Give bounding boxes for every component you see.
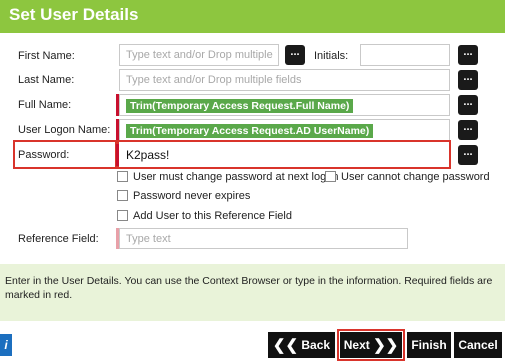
reference-field-label: Reference Field:: [18, 233, 99, 245]
back-button[interactable]: ❮❮ Back: [268, 332, 335, 358]
cannot-change-password-option[interactable]: User cannot change password: [325, 170, 490, 184]
initials-field[interactable]: [360, 44, 450, 66]
chevron-left-icon: ❮❮: [272, 337, 299, 354]
password-field[interactable]: K2pass!: [119, 144, 449, 166]
page-header: Set User Details: [0, 0, 505, 33]
help-panel: Enter in the User Details. You can use t…: [0, 264, 505, 321]
last-name-label: Last Name:: [18, 74, 75, 86]
user-logon-name-field[interactable]: Trim(Temporary Access Request.AD UserNam…: [119, 119, 450, 141]
full-name-label: Full Name:: [18, 99, 72, 111]
last-name-browse-button[interactable]: ...: [458, 70, 478, 90]
reference-field[interactable]: Type text: [119, 228, 408, 249]
info-button[interactable]: i: [0, 334, 12, 356]
password-label: Password:: [18, 149, 70, 161]
reference-field-placeholder: Type text: [126, 233, 171, 245]
initials-label: Initials:: [314, 50, 349, 62]
password-browse-button[interactable]: ...: [458, 145, 478, 165]
last-name-placeholder: Type text and/or Drop multiple fields: [126, 74, 302, 86]
add-to-reference-field-label: Add User to this Reference Field: [133, 210, 292, 222]
user-logon-name-label: User Logon Name:: [18, 124, 111, 136]
last-name-field[interactable]: Type text and/or Drop multiple fields: [119, 69, 450, 91]
full-name-field[interactable]: Trim(Temporary Access Request.Full Name): [119, 94, 450, 116]
full-name-browse-button[interactable]: ...: [458, 95, 478, 115]
chevron-right-icon: ❯❯: [373, 337, 399, 354]
must-change-password-checkbox[interactable]: [117, 171, 128, 182]
user-logon-name-browse-button[interactable]: ...: [458, 120, 478, 140]
password-never-expires-label: Password never expires: [133, 190, 251, 202]
password-value: K2pass!: [126, 148, 170, 162]
user-logon-name-token[interactable]: Trim(Temporary Access Request.AD UserNam…: [126, 124, 374, 138]
add-to-reference-field-checkbox[interactable]: [117, 210, 128, 221]
next-button-label: Next: [343, 338, 370, 352]
finish-button[interactable]: Finish: [407, 332, 451, 358]
first-name-placeholder: Type text and/or Drop multiple fie: [126, 49, 276, 61]
must-change-password-label: User must change password at next logon: [133, 171, 339, 183]
password-never-expires-option[interactable]: Password never expires: [117, 189, 250, 203]
help-text: Enter in the User Details. You can use t…: [5, 275, 493, 301]
password-never-expires-checkbox[interactable]: [117, 190, 128, 201]
initials-browse-button[interactable]: ...: [458, 45, 478, 65]
page-title: Set User Details: [9, 5, 139, 24]
back-button-label: Back: [301, 338, 331, 352]
cannot-change-password-checkbox[interactable]: [325, 171, 336, 182]
first-name-browse-button[interactable]: ...: [285, 45, 305, 65]
next-button[interactable]: Next ❯❯: [340, 332, 402, 358]
cannot-change-password-label: User cannot change password: [341, 171, 490, 183]
add-to-reference-field-option[interactable]: Add User to this Reference Field: [117, 209, 292, 223]
cancel-button[interactable]: Cancel: [454, 332, 502, 358]
first-name-field[interactable]: Type text and/or Drop multiple fie: [119, 44, 279, 66]
first-name-label: First Name:: [18, 50, 75, 62]
must-change-password-option[interactable]: User must change password at next logon: [117, 170, 338, 184]
full-name-token[interactable]: Trim(Temporary Access Request.Full Name): [126, 99, 354, 113]
